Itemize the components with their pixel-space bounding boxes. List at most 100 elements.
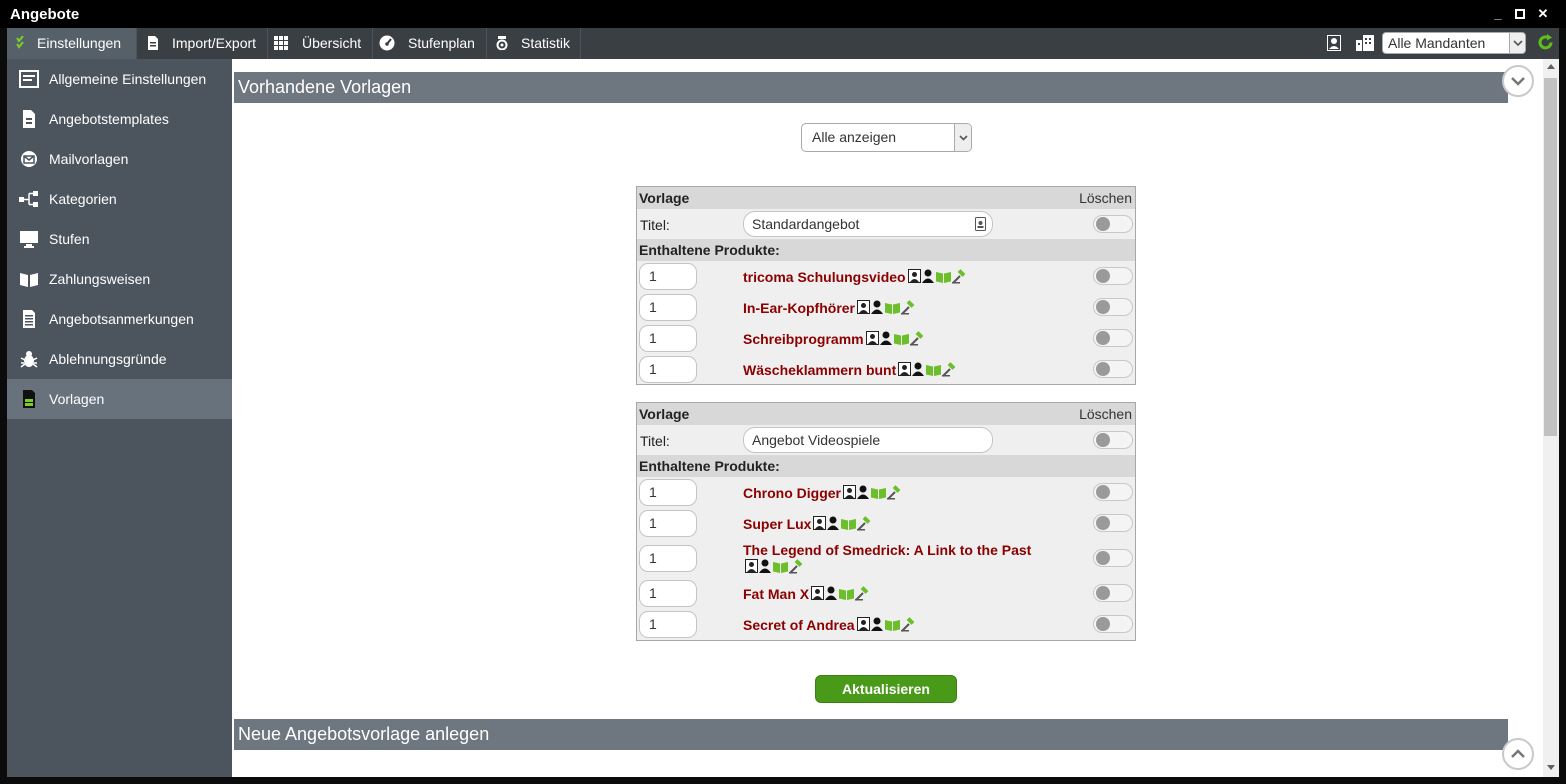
product-link[interactable]: Wäscheklammern bunt [743, 362, 1073, 381]
menu-stufenplan[interactable]: Stufenplan [373, 28, 487, 59]
chevron-up-icon [1511, 749, 1525, 758]
update-button[interactable]: Aktualisieren [815, 675, 957, 703]
delete-product-toggle[interactable] [1093, 267, 1133, 285]
menu-import-export[interactable]: Import/Export [137, 28, 268, 59]
product-link[interactable]: The Legend of Smedrick: A Link to the Pa… [743, 542, 1065, 578]
quantity-input[interactable]: 1 [639, 356, 697, 383]
delete-product-toggle[interactable] [1093, 298, 1133, 316]
menu-einstellungen[interactable]: Einstellungen [7, 28, 137, 59]
client-select[interactable]: Alle Mandanten [1382, 32, 1526, 54]
delete-product-toggle[interactable] [1093, 584, 1133, 602]
menu-label: Statistik [521, 35, 571, 51]
person-icon [870, 617, 883, 631]
sidebar-item-kategorien[interactable]: Kategorien [7, 179, 232, 219]
sidebar-item-mailvorlagen[interactable]: Mailvorlagen [7, 139, 232, 179]
product-link[interactable]: Fat Man X [743, 586, 1073, 605]
sidebar-item-stufen[interactable]: Stufen [7, 219, 232, 259]
template-title-input[interactable]: Standardangebot [743, 211, 993, 237]
toggle-knob [1096, 433, 1110, 447]
section-title-existing-templates: Vorhandene Vorlagen [234, 72, 1508, 103]
menu-label: Import/Export [172, 35, 257, 51]
template-header-label: Vorlage [639, 190, 690, 206]
maximize-icon[interactable] [1510, 4, 1530, 24]
delete-product-toggle[interactable] [1093, 483, 1133, 501]
products-header-label: Enthaltene Produkte: [639, 242, 780, 258]
template-title-input[interactable]: Angebot Videospiele [743, 427, 993, 453]
scroll-up-button[interactable] [1502, 738, 1534, 770]
person-icon [871, 300, 883, 314]
delete-template-toggle[interactable] [1093, 431, 1133, 449]
delete-product-toggle[interactable] [1093, 514, 1133, 532]
product-link[interactable]: tricoma Schulungsvideo [743, 269, 1073, 288]
quantity-input[interactable]: 1 [639, 479, 697, 506]
contact-card-icon [898, 362, 912, 376]
scrollbar-thumb[interactable] [1544, 78, 1557, 436]
scroll-down-button[interactable] [1502, 65, 1534, 97]
product-link[interactable]: Schreibprogramm [743, 331, 1073, 350]
quantity-input[interactable]: 1 [639, 294, 697, 321]
quantity-input[interactable]: 1 [639, 325, 697, 352]
person-icon [825, 586, 838, 600]
quantity-input[interactable]: 1 [639, 611, 697, 638]
sidebar-item-angebotstemplates[interactable]: Angebotstemplates [7, 99, 232, 139]
chevron-down-icon [954, 124, 971, 151]
sidebar-item-ablehnungsgruende[interactable]: Ablehnungsgründe [7, 339, 232, 379]
quantity-input[interactable]: 1 [639, 263, 697, 290]
user-profile-icon[interactable] [1327, 35, 1341, 51]
sidebar-item-label: Mailvorlagen [49, 151, 129, 167]
quantity-input[interactable]: 1 [639, 510, 697, 537]
delete-header-label: Löschen [1079, 406, 1132, 422]
product-name: Chrono Digger [743, 485, 841, 501]
template-header: Vorlage Löschen [637, 403, 1135, 425]
product-link[interactable]: Chrono Digger [743, 485, 1073, 504]
sidebar-item-vorlagen[interactable]: Vorlagen [7, 379, 232, 419]
bug-icon [20, 351, 38, 368]
speedometer-icon [379, 35, 395, 51]
sidebar-item-allgemeine-einstellungen[interactable]: Allgemeine Einstellungen [7, 59, 232, 99]
product-link[interactable]: Super Lux [743, 516, 1073, 535]
sidebar-item-label: Angebotstemplates [49, 111, 169, 127]
sidebar-item-label: Zahlungsweisen [49, 271, 151, 287]
product-name: Secret of Andrea [743, 617, 855, 633]
title-bar: Angebote _ ✕ [0, 0, 1566, 28]
app-window: Angebote _ ✕ Einstellungen Import/Export… [0, 0, 1566, 784]
menu-statistik[interactable]: Statistik [487, 28, 581, 59]
delete-template-toggle[interactable] [1093, 215, 1133, 233]
title-label: Titel: [640, 433, 670, 449]
toggle-knob [1096, 586, 1110, 600]
quantity-input[interactable]: 1 [639, 545, 697, 572]
quantity-value: 1 [649, 616, 657, 632]
contact-card-icon [813, 516, 827, 530]
delete-product-toggle[interactable] [1093, 615, 1133, 633]
toggle-knob [1096, 516, 1110, 530]
book-icon [926, 365, 942, 376]
product-name: The Legend of Smedrick: A Link to the Pa… [743, 542, 1032, 558]
filter-select[interactable]: Alle anzeigen [801, 123, 972, 152]
delete-product-toggle[interactable] [1093, 549, 1133, 567]
building-icon[interactable] [1356, 35, 1374, 51]
book-icon [20, 273, 38, 287]
quantity-input[interactable]: 1 [639, 580, 697, 607]
product-icon-group [813, 516, 871, 535]
sidebar-item-zahlungsweisen[interactable]: Zahlungsweisen [7, 259, 232, 299]
product-icon-group [745, 559, 803, 578]
menu-label: Stufenplan [408, 35, 475, 51]
quantity-value: 1 [649, 515, 657, 531]
gavel-icon [887, 485, 901, 500]
book-icon [871, 488, 886, 499]
delete-product-toggle[interactable] [1093, 329, 1133, 347]
sidebar-item-angebotsanmerkungen[interactable]: Angebotsanmerkungen [7, 299, 232, 339]
product-link[interactable]: Secret of Andrea [743, 617, 1073, 636]
menu-uebersicht[interactable]: Übersicht [268, 28, 373, 59]
notes-icon [23, 310, 35, 328]
delete-product-toggle[interactable] [1093, 360, 1133, 378]
contact-card-icon [975, 217, 986, 231]
product-link[interactable]: In-Ear-Kopfhörer [743, 300, 1073, 319]
refresh-icon[interactable] [1537, 34, 1554, 51]
product-icon-group [865, 331, 924, 350]
template-header: Vorlage Löschen [637, 187, 1135, 209]
close-icon[interactable]: ✕ [1533, 4, 1553, 24]
section-title-new-template: Neue Angebotsvorlage anlegen [234, 719, 1508, 750]
minimize-icon[interactable]: _ [1488, 4, 1508, 24]
template-card-1: Vorlage Löschen Titel: Standardangebot E… [636, 186, 1136, 385]
